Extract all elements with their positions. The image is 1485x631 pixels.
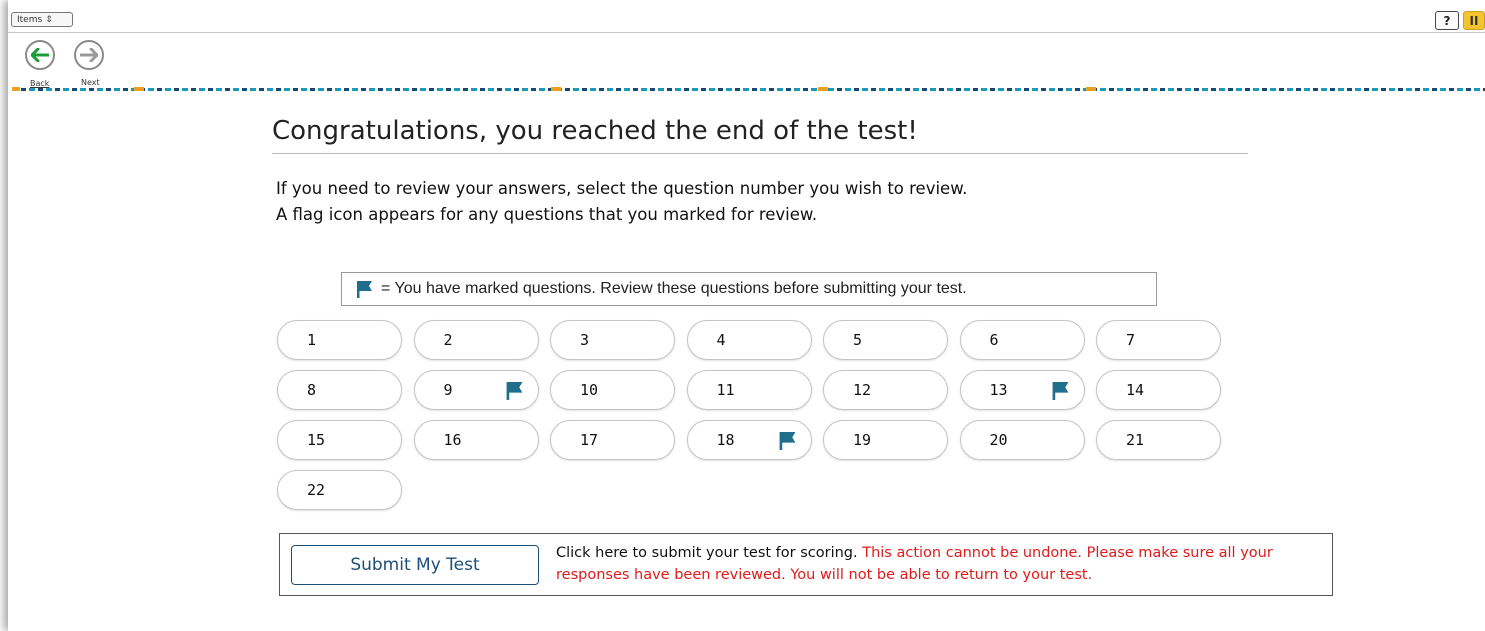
legend-text: = You have marked questions. Review thes… [381,280,967,297]
submit-panel: Submit My Test Click here to submit your… [279,533,1333,596]
question-number: 6 [989,331,999,349]
back-button[interactable] [25,40,55,70]
divider-accent [551,87,561,91]
question-button[interactable]: 5 [823,320,948,360]
flag-icon [1052,382,1068,400]
divider-accent [12,87,20,91]
question-button[interactable]: 8 [277,370,402,410]
question-number: 11 [716,381,735,399]
question-number: 1 [307,331,317,349]
instruction-line: If you need to review your answers, sele… [276,179,968,198]
question-number: 19 [853,431,872,449]
question-button[interactable]: 7 [1096,320,1221,360]
question-button[interactable]: 1 [277,320,402,360]
question-button[interactable]: 12 [823,370,948,410]
question-button[interactable]: 14 [1096,370,1221,410]
question-button[interactable]: 11 [686,370,812,410]
question-number: 3 [580,331,590,349]
question-number: 20 [989,431,1008,449]
question-button[interactable]: 17 [550,420,675,460]
divider-accent [134,87,144,91]
submit-test-button[interactable]: Submit My Test [291,545,539,585]
instruction-line: A flag icon appears for any questions th… [276,205,818,224]
items-dropdown[interactable]: Items ⇕ [11,12,73,27]
test-window: Items ⇕ ? II Back Next Congratulations, … [8,0,1485,631]
question-number: 15 [307,431,326,449]
pause-button[interactable]: II [1463,11,1485,30]
divider-accent [818,87,828,91]
question-button[interactable]: 22 [277,470,402,510]
next-button[interactable] [74,40,104,70]
question-number: 13 [989,381,1008,399]
top-toolbar: Items ⇕ ? II [8,0,1485,33]
divider-accent [1086,87,1096,91]
arrow-left-icon [31,48,49,62]
question-button[interactable]: 21 [1096,420,1221,460]
submit-info-text: Click here to submit your test for scori… [556,545,863,561]
question-button[interactable]: 2 [413,320,539,360]
progress-divider [12,88,1485,91]
question-button[interactable]: 16 [413,420,539,460]
question-button[interactable]: 9 [413,370,539,410]
flag-icon [506,382,522,400]
next-label: Next [81,78,100,87]
question-number: 14 [1126,381,1145,399]
question-button[interactable]: 10 [550,370,675,410]
question-number: 5 [853,331,863,349]
question-button[interactable]: 3 [550,320,675,360]
question-button[interactable]: 13 [959,370,1085,410]
question-button[interactable]: 6 [959,320,1085,360]
flag-icon [357,281,372,298]
page-title: Congratulations, you reached the end of … [272,116,1248,154]
instructions: If you need to review your answers, sele… [276,176,967,228]
question-number: 18 [716,431,735,449]
question-number: 22 [307,481,326,499]
question-number: 4 [716,331,726,349]
question-button[interactable]: 20 [959,420,1085,460]
items-dropdown-label: Items [17,14,43,25]
question-number: 21 [1126,431,1145,449]
flag-icon [779,432,795,450]
question-number: 16 [443,431,462,449]
question-number: 7 [1126,331,1136,349]
question-number: 10 [580,381,599,399]
arrow-right-icon [80,48,98,62]
question-button[interactable]: 19 [823,420,948,460]
flag-legend: = You have marked questions. Review thes… [341,272,1157,306]
question-number: 17 [580,431,599,449]
question-button[interactable]: 18 [686,420,812,460]
question-number: 8 [307,381,317,399]
question-number: 2 [443,331,453,349]
question-number: 9 [443,381,453,399]
question-button[interactable]: 4 [686,320,812,360]
question-number: 12 [853,381,872,399]
question-button[interactable]: 15 [277,420,402,460]
submit-info: Click here to submit your test for scori… [556,542,1326,586]
chevron-updown-icon: ⇕ [45,14,53,25]
help-button[interactable]: ? [1435,11,1459,30]
back-label: Back [30,79,50,88]
